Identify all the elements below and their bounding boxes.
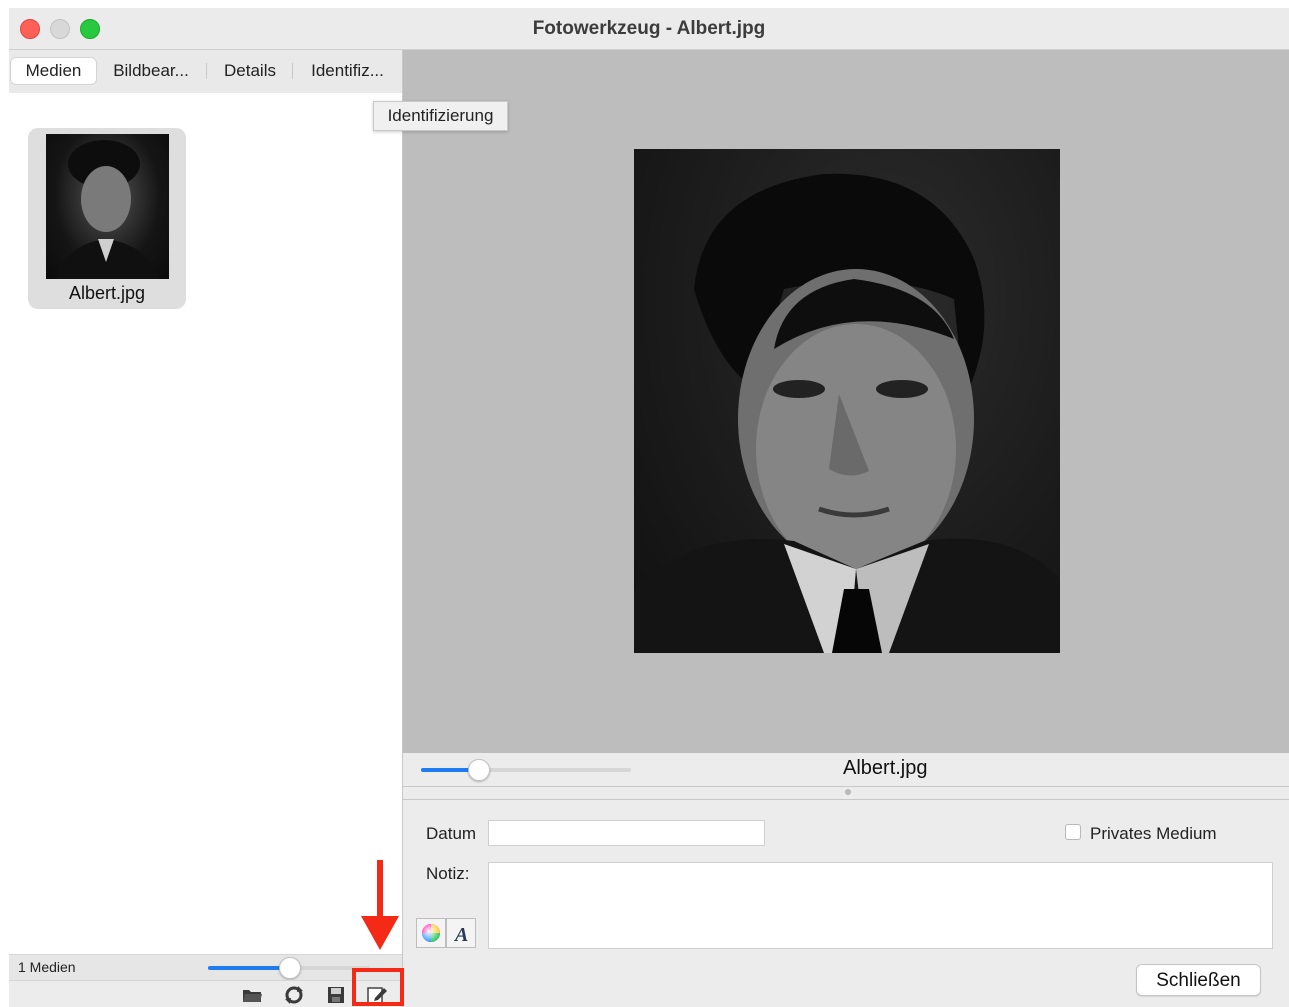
preview-image <box>634 149 1060 653</box>
thumbnail-filename: Albert.jpg <box>68 283 146 303</box>
tooltip: Identifizierung <box>373 101 508 131</box>
viewer-status-bar: Albert.jpg <box>403 753 1289 787</box>
thumbnail-image <box>46 134 169 279</box>
note-field[interactable] <box>488 862 1273 949</box>
private-label: Privates Medium <box>1090 824 1217 843</box>
viewer-filename: Albert.jpg <box>843 757 928 779</box>
slider-knob[interactable] <box>468 759 490 781</box>
media-panel: Medien Bildbear... Details Identifiz... … <box>9 50 403 1007</box>
close-button[interactable]: Schließen <box>1136 964 1261 996</box>
annotation-highlight-box <box>352 968 404 1006</box>
tab-bildbearbeitung[interactable]: Bildbear... <box>105 58 197 84</box>
svg-text:A: A <box>453 924 468 946</box>
date-field[interactable] <box>488 820 765 846</box>
divider-handle[interactable] <box>845 789 851 795</box>
color-wheel-icon <box>422 924 440 942</box>
media-count: 1 Medien <box>18 959 76 975</box>
save-icon[interactable] <box>325 985 347 1005</box>
tab-identifizierung[interactable]: Identifiz... <box>300 58 395 84</box>
tab-separator <box>292 63 293 79</box>
window-title: Fotowerkzeug - Albert.jpg <box>532 18 766 39</box>
font-button[interactable]: A <box>446 918 476 948</box>
metadata-form: Datum Privates Medium Notiz: A Schließen <box>403 800 1289 1007</box>
refresh-icon[interactable] <box>283 985 305 1005</box>
folder-icon[interactable] <box>241 985 263 1005</box>
image-viewer <box>403 50 1289 753</box>
slider-fill <box>208 966 289 970</box>
slider-knob[interactable] <box>279 957 301 979</box>
tab-bar: Medien Bildbear... Details Identifiz... <box>9 50 402 93</box>
annotation-arrowhead <box>361 916 399 950</box>
tab-medien[interactable]: Medien <box>11 58 96 84</box>
tab-details[interactable]: Details <box>214 58 286 84</box>
font-icon: A <box>453 924 468 946</box>
media-status-bar: 1 Medien <box>9 954 402 980</box>
date-label: Datum <box>426 824 477 843</box>
tab-separator <box>206 63 207 79</box>
image-zoom-slider[interactable] <box>421 768 631 772</box>
title-bar: Fotowerkzeug - Albert.jpg <box>9 8 1289 50</box>
split-divider[interactable] <box>403 787 1289 800</box>
color-picker-button[interactable] <box>416 918 446 948</box>
app-window: Fotowerkzeug - Albert.jpg Medien Bildbea… <box>9 8 1289 1007</box>
media-toolbar <box>9 980 402 1007</box>
private-checkbox[interactable] <box>1065 824 1081 840</box>
annotation-arrow <box>377 860 383 920</box>
note-label: Notiz: <box>426 864 470 883</box>
media-thumbnail[interactable]: Albert.jpg <box>28 128 186 309</box>
